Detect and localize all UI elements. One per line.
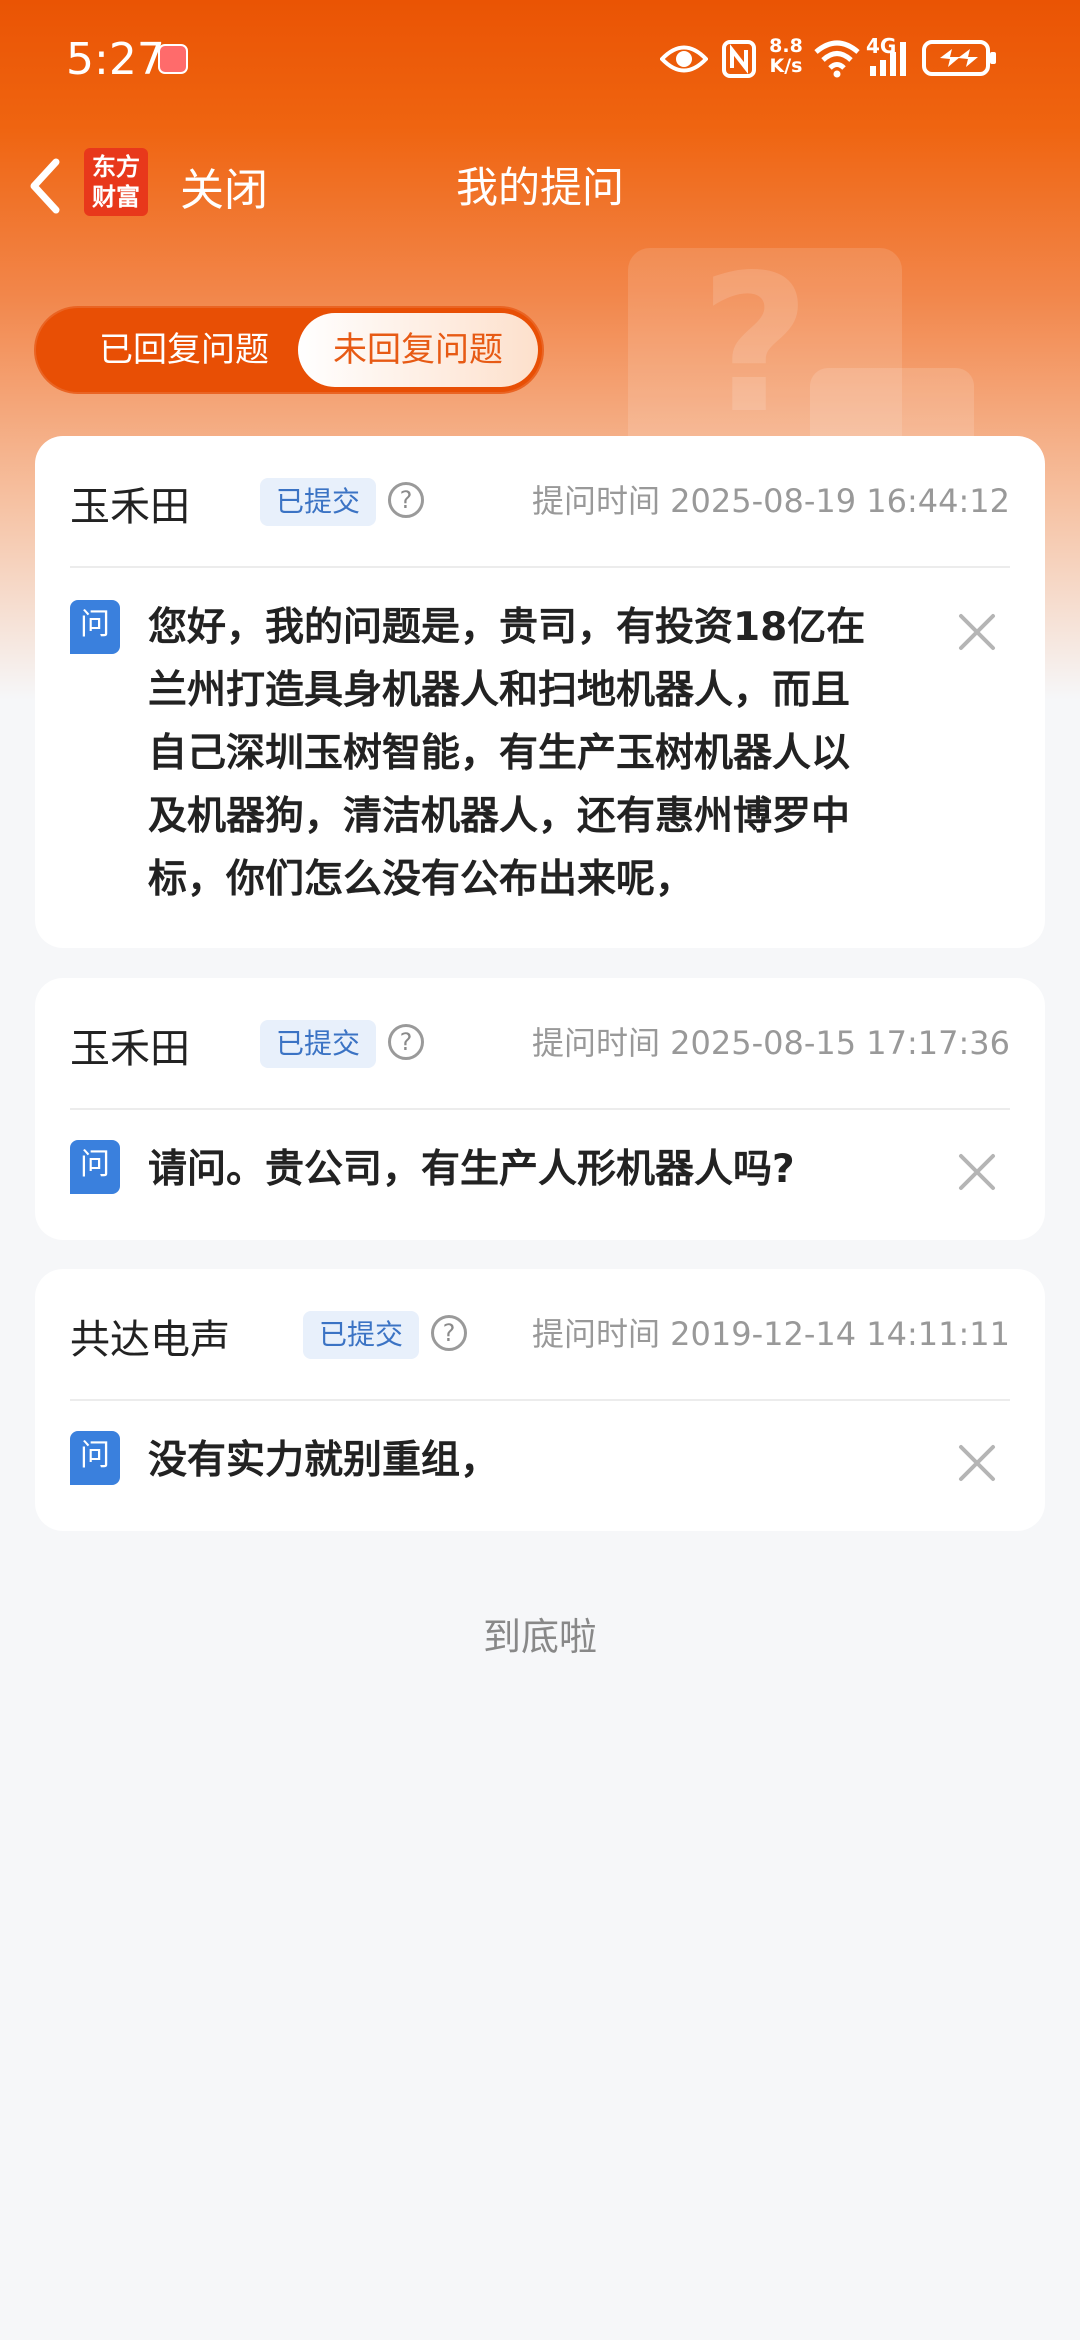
help-icon[interactable]: ? xyxy=(388,1024,424,1060)
question-card: 共达电声 已提交 ? 提问时间 2019-12-14 14:11:11 问 没有… xyxy=(35,1269,1045,1531)
card-header: 玉禾田 已提交 ? 提问时间 2025-08-15 17:17:36 xyxy=(70,978,1010,1110)
question-line: 自己深圳玉树智能，有生产玉树机器人以 xyxy=(148,731,851,776)
question-mark-decor-icon: ? xyxy=(700,234,811,455)
question-card: 玉禾田 已提交 ? 提问时间 2025-08-15 17:17:36 问 请问。… xyxy=(35,978,1045,1240)
list-end-text: 到底啦 xyxy=(482,1615,597,1659)
question-text: 请问。贵公司，有生产人形机器人吗? xyxy=(148,1138,795,1201)
card-header: 玉禾田 已提交 ? 提问时间 2025-08-19 16:44:12 xyxy=(70,436,1010,568)
net-speed-unit: K/s xyxy=(769,55,803,77)
card-header: 共达电声 已提交 ? 提问时间 2019-12-14 14:11:11 xyxy=(70,1269,1010,1401)
battery-charging-icon xyxy=(922,40,996,76)
stock-name: 玉禾田 xyxy=(70,484,190,530)
wifi-icon xyxy=(814,40,860,78)
question-card: 玉禾田 已提交 ? 提问时间 2025-08-19 16:44:12 问 您好，… xyxy=(35,436,1045,948)
eye-icon xyxy=(660,45,708,73)
question-icon: 问 xyxy=(70,1140,120,1194)
huawei-store-icon xyxy=(158,44,188,74)
status-badge: 已提交 xyxy=(303,1311,420,1359)
nav-bar: 东方 财富 关闭 我的提问 xyxy=(0,140,1080,230)
nfc-icon xyxy=(722,40,756,78)
question-text: 没有实力就别重组， xyxy=(148,1429,499,1492)
question-tab-switch: 已回复问题 未回复问题 xyxy=(34,306,544,394)
ask-time: 提问时间 2025-08-19 16:44:12 xyxy=(531,482,1010,520)
question-icon: 问 xyxy=(70,600,120,654)
status-bar: 5:27 8.8 K/s 4G xyxy=(0,0,1080,120)
question-line: 您好，我的问题是，贵司，有投资18亿在 xyxy=(148,605,866,650)
question-line: 没有实力就别重组， xyxy=(148,1438,500,1483)
help-icon[interactable]: ? xyxy=(388,482,424,518)
close-icon[interactable] xyxy=(957,612,997,652)
close-icon[interactable] xyxy=(957,1443,997,1483)
question-line: 兰州打造具身机器人和扫地机器人，而且 xyxy=(148,668,851,713)
question-line: 标，你们怎么没有公布出来呢， xyxy=(148,857,695,902)
tab-replied[interactable]: 已回复问题 xyxy=(44,306,324,394)
status-time: 5:27 xyxy=(66,34,165,85)
stock-name: 共达电声 xyxy=(70,1317,230,1363)
net-speed: 8.8 K/s xyxy=(766,36,806,76)
ask-time: 提问时间 2019-12-14 14:11:11 xyxy=(531,1315,1010,1353)
status-badge: 已提交 xyxy=(260,1020,377,1068)
signal-icon xyxy=(870,42,906,76)
stock-name: 玉禾田 xyxy=(70,1026,190,1072)
net-speed-value: 8.8 xyxy=(769,35,803,57)
ask-time: 提问时间 2025-08-15 17:17:36 xyxy=(531,1024,1010,1062)
status-icons: 8.8 K/s 4G xyxy=(660,30,1080,90)
tab-unreplied[interactable]: 未回复问题 xyxy=(298,313,538,387)
status-badge: 已提交 xyxy=(260,478,377,526)
close-icon[interactable] xyxy=(957,1152,997,1192)
help-icon[interactable]: ? xyxy=(431,1315,467,1351)
question-text: 您好，我的问题是，贵司，有投资18亿在 兰州打造具身机器人和扫地机器人，而且 自… xyxy=(148,596,865,911)
question-line: 及机器狗，清洁机器人，还有惠州博罗中 xyxy=(148,794,851,839)
page-title: 我的提问 xyxy=(455,163,624,212)
question-icon: 问 xyxy=(70,1431,120,1485)
question-line: 请问。贵公司，有生产人形机器人吗? xyxy=(148,1147,795,1192)
